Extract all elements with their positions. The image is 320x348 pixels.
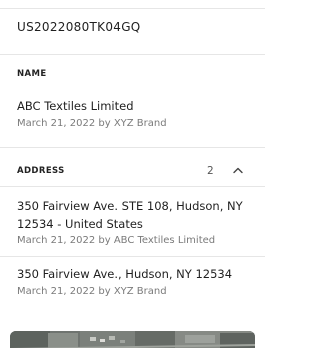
name-entry-meta: March 21, 2022 by XYZ Brand bbox=[17, 118, 167, 129]
address-entry-value: 350 Fairview Ave., Hudson, NY 12534 bbox=[17, 267, 233, 281]
top-divider bbox=[0, 8, 265, 9]
divider bbox=[0, 256, 265, 257]
address-section-label: ADDRESS bbox=[17, 166, 65, 176]
divider bbox=[0, 147, 265, 148]
detail-panel: US2022080TK04GQ NAME ABC Textiles Limite… bbox=[0, 0, 265, 348]
name-entry-value: ABC Textiles Limited bbox=[17, 99, 134, 113]
address-entry-value: 350 Fairview Ave. STE 108, Hudson, NY 12… bbox=[17, 199, 243, 231]
chevron-up-icon[interactable] bbox=[232, 165, 244, 175]
record-id: US2022080TK04GQ bbox=[17, 20, 141, 34]
name-section-label: NAME bbox=[17, 69, 47, 79]
address-entry-meta: March 21, 2022 by ABC Textiles Limited bbox=[17, 235, 216, 246]
address-count-badge: 2 bbox=[207, 165, 214, 177]
satellite-map-thumbnail[interactable] bbox=[10, 331, 255, 348]
satellite-map-image bbox=[10, 331, 255, 348]
divider bbox=[0, 186, 265, 187]
divider bbox=[0, 54, 265, 55]
address-entry-meta: March 21, 2022 by XYZ Brand bbox=[17, 286, 167, 297]
